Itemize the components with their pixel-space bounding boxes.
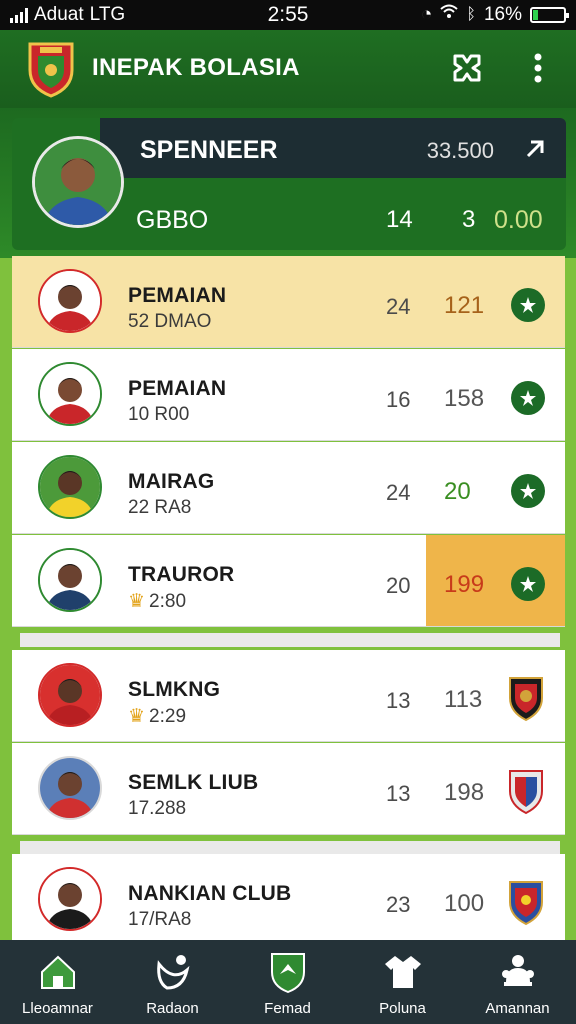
featured-player-avatar bbox=[32, 136, 124, 228]
player-name: SEMLK LIUB bbox=[128, 771, 259, 794]
player-sub: 52 DMAO bbox=[128, 311, 212, 332]
battery-icon bbox=[530, 7, 569, 23]
featured-player-card[interactable]: SPENNEER 33.500 GBBO 14 3 0.00 bbox=[12, 118, 566, 250]
battery-text: 16% bbox=[483, 4, 522, 25]
player-stat-a: 24 bbox=[386, 480, 411, 505]
player-stat-b: 198 bbox=[444, 779, 485, 806]
player-stat-b: 20 bbox=[444, 478, 471, 505]
star-button[interactable] bbox=[511, 474, 545, 508]
player-sub: ♛ 2:80 bbox=[128, 590, 186, 613]
featured-player-subtitle: GBBO bbox=[136, 206, 209, 234]
player-row[interactable]: SEMLK LIUB 17.288 13 198 bbox=[12, 743, 565, 835]
nav-item-shirt[interactable]: Poluna bbox=[345, 940, 460, 1024]
nav-label: Femad bbox=[264, 1000, 311, 1017]
player-stat-a: 23 bbox=[386, 892, 411, 917]
featured-player-score: 33.500 bbox=[426, 138, 494, 163]
player-stat-b: 158 bbox=[444, 385, 485, 412]
player-avatar bbox=[38, 867, 102, 931]
player-stat-b: 100 bbox=[444, 890, 485, 917]
nav-label: Poluna bbox=[379, 1000, 426, 1017]
featured-stat-a: 14 bbox=[386, 206, 413, 233]
player-name: PEMAIAN bbox=[128, 377, 227, 400]
player-sub: ♛ 2:29 bbox=[128, 705, 186, 728]
player-avatar bbox=[38, 455, 102, 519]
player-avatar bbox=[38, 756, 102, 820]
player-stat-a: 16 bbox=[386, 387, 411, 412]
app-title: INEPAK BOLASIA bbox=[92, 54, 300, 81]
nav-label: Lleoamnar bbox=[22, 1000, 93, 1017]
player-sub: 10 R00 bbox=[128, 404, 190, 425]
star-icon bbox=[520, 576, 536, 592]
star-button[interactable] bbox=[511, 288, 545, 322]
player-icon bbox=[115, 950, 230, 994]
crown-icon: ♛ bbox=[128, 706, 146, 727]
shirt-icon bbox=[345, 950, 460, 994]
featured-stat-c: 0.00 bbox=[494, 206, 543, 234]
star-icon bbox=[520, 390, 536, 406]
crown-icon: ♛ bbox=[128, 591, 146, 612]
alarm-icon: ◔ bbox=[420, 4, 433, 25]
player-stat-a: 24 bbox=[386, 294, 411, 319]
player-avatar bbox=[38, 269, 102, 333]
nav-label: Amannan bbox=[485, 1000, 550, 1017]
player-stat-b: 113 bbox=[444, 686, 483, 713]
player-stat-b: 121 bbox=[444, 292, 485, 319]
player-avatar bbox=[38, 548, 102, 612]
swap-icon[interactable] bbox=[447, 48, 487, 88]
nav-item-player[interactable]: Radaon bbox=[115, 940, 230, 1024]
player-row[interactable]: TRAUROR ♛ 2:80 20 199 bbox=[12, 535, 565, 627]
bell-icon bbox=[460, 950, 575, 994]
shield-icon bbox=[230, 950, 345, 994]
bluetooth-icon: ᛒ bbox=[466, 6, 476, 23]
player-avatar bbox=[38, 362, 102, 426]
player-sub: 17.288 bbox=[128, 798, 187, 819]
player-row[interactable]: NANKIAN CLUB 17/RA8 23 100 bbox=[12, 854, 565, 946]
club-badge bbox=[507, 878, 545, 926]
player-sub-text: 2:29 bbox=[149, 706, 187, 727]
nav-item-bell[interactable]: Amannan bbox=[460, 940, 575, 1024]
player-row[interactable]: PEMAIAN 10 R00 16 158 bbox=[12, 349, 565, 441]
home-icon bbox=[0, 950, 115, 994]
club-logo bbox=[26, 40, 76, 98]
star-icon bbox=[520, 297, 536, 313]
player-stat-a: 20 bbox=[386, 573, 411, 598]
player-name: NANKIAN CLUB bbox=[128, 882, 292, 905]
list-divider bbox=[20, 633, 560, 647]
app-bar: INEPAK BOLASIA bbox=[0, 30, 576, 108]
star-button[interactable] bbox=[511, 567, 545, 601]
wifi-icon bbox=[440, 4, 459, 26]
player-name: PEMAIAN bbox=[128, 284, 227, 307]
player-sub-text: 2:80 bbox=[149, 591, 187, 612]
star-icon bbox=[520, 483, 536, 499]
status-right: ◔ ᛒ 16% bbox=[420, 4, 569, 26]
star-button[interactable] bbox=[511, 381, 545, 415]
player-row[interactable]: SLMKNG ♛ 2:29 13 113 bbox=[12, 650, 565, 742]
nav-item-shield[interactable]: Femad bbox=[230, 940, 345, 1024]
expand-arrow-icon[interactable] bbox=[522, 136, 548, 162]
featured-player-name: SPENNEER bbox=[140, 136, 278, 164]
club-badge bbox=[507, 674, 545, 722]
player-name: MAIRAG bbox=[128, 470, 215, 493]
player-sub: 17/RA8 bbox=[128, 909, 192, 930]
list-divider bbox=[20, 841, 560, 855]
player-stat-a: 13 bbox=[386, 781, 411, 806]
player-avatar bbox=[38, 663, 102, 727]
featured-player-section: SPENNEER 33.500 GBBO 14 3 0.00 bbox=[0, 108, 576, 258]
player-sub: 22 RA8 bbox=[128, 497, 192, 518]
nav-label: Radaon bbox=[146, 1000, 199, 1017]
featured-stat-b: 3 bbox=[462, 206, 476, 233]
more-vert-icon[interactable] bbox=[518, 48, 558, 88]
player-row[interactable]: PEMAIAN 52 DMAO 24 121 bbox=[12, 256, 565, 348]
status-bar: Aduat LTG 2:55 ◔ ᛒ 16% bbox=[0, 0, 576, 30]
player-stat-a: 13 bbox=[386, 688, 411, 713]
player-name: SLMKNG bbox=[128, 678, 221, 701]
player-stat-b: 199 bbox=[444, 571, 485, 598]
player-row[interactable]: MAIRAG 22 RA8 24 20 bbox=[12, 442, 565, 534]
bottom-nav: Lleoamnar Radaon Femad Poluna Amannan bbox=[0, 940, 576, 1024]
club-badge bbox=[507, 767, 545, 815]
nav-item-home[interactable]: Lleoamnar bbox=[0, 940, 115, 1024]
player-name: TRAUROR bbox=[128, 563, 235, 586]
